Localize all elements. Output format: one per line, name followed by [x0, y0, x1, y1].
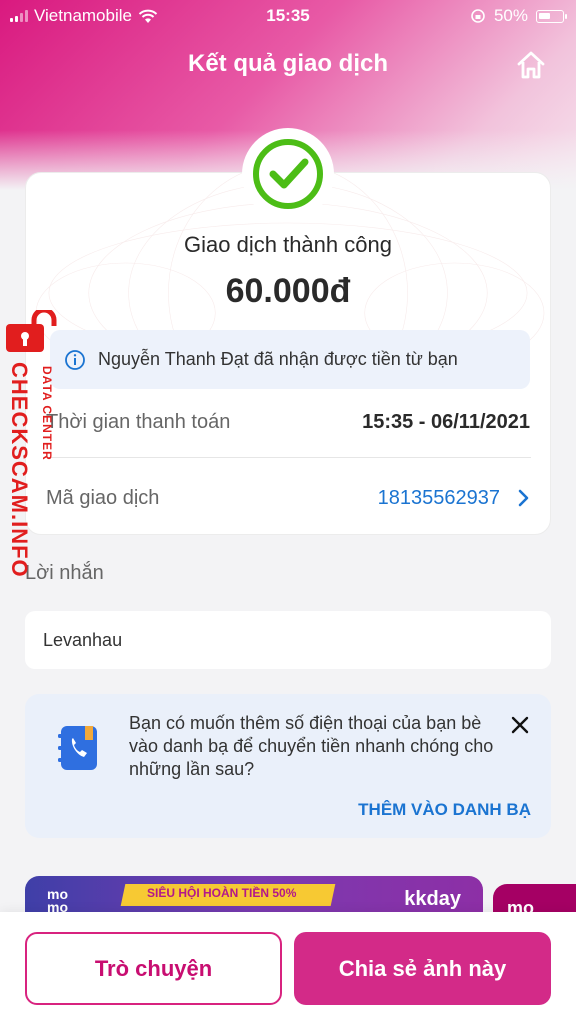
lock-icon: [6, 310, 57, 352]
status-text: Giao dịch thành công: [184, 232, 392, 257]
note-box: Levanhau: [25, 611, 551, 669]
check-circle-icon: [253, 139, 323, 209]
note-value: Levanhau: [43, 629, 123, 650]
close-icon[interactable]: [509, 714, 531, 736]
home-icon[interactable]: [516, 50, 546, 80]
watermark-sub-text: DATA CENTER: [40, 366, 54, 461]
amount: 60.000đ: [225, 272, 351, 310]
contact-prompt-text: Bạn có muốn thêm số điện thoại của bạn b…: [129, 713, 494, 779]
watermark: CHECKSCAM.INFO DATA CENTER: [0, 310, 62, 600]
share-image-button[interactable]: Chia sẻ ảnh này: [294, 932, 551, 1005]
battery-icon: [536, 9, 567, 23]
chat-button[interactable]: Trò chuyện: [25, 932, 282, 1005]
phonebook-icon: [58, 726, 97, 770]
payment-time-label: Thời gian thanh toán: [46, 411, 231, 433]
success-badge: [242, 128, 334, 220]
battery-percent: 50%: [493, 6, 528, 25]
promo-ribbon-text: SIÊU HỘI HOÀN TIỀN 50%: [147, 886, 297, 900]
info-message: Nguyễn Thanh Đạt đã nhận được tiền từ bạ…: [98, 349, 458, 369]
info-message-box: Nguyễn Thanh Đạt đã nhận được tiền từ bạ…: [50, 330, 530, 389]
bottom-action-bar: Trò chuyện Chia sẻ ảnh này: [0, 912, 576, 1024]
add-contact-button[interactable]: THÊM VÀO DANH BẠ: [358, 800, 531, 820]
payment-time-value: 15:35 - 06/11/2021: [362, 411, 530, 433]
momo-logo: mo mo: [47, 887, 68, 914]
row-divider: [47, 457, 531, 458]
transaction-id-label: Mã giao dịch: [46, 487, 160, 509]
page-title: Kết quả giao dịch: [187, 50, 388, 77]
rotation-lock-icon: [471, 9, 485, 23]
transaction-id-value[interactable]: 18135562937: [378, 487, 500, 510]
chevron-right-icon[interactable]: [516, 489, 530, 507]
partner-brand: kkday: [404, 888, 461, 910]
status-bar: Vietnamobile 15:35 50%: [0, 0, 576, 32]
status-right: 50%: [470, 6, 567, 26]
watermark-main-text: CHECKSCAM.INFO: [7, 362, 32, 578]
add-contact-card: Bạn có muốn thêm số điện thoại của bạn b…: [25, 694, 551, 838]
info-icon: [65, 349, 85, 370]
